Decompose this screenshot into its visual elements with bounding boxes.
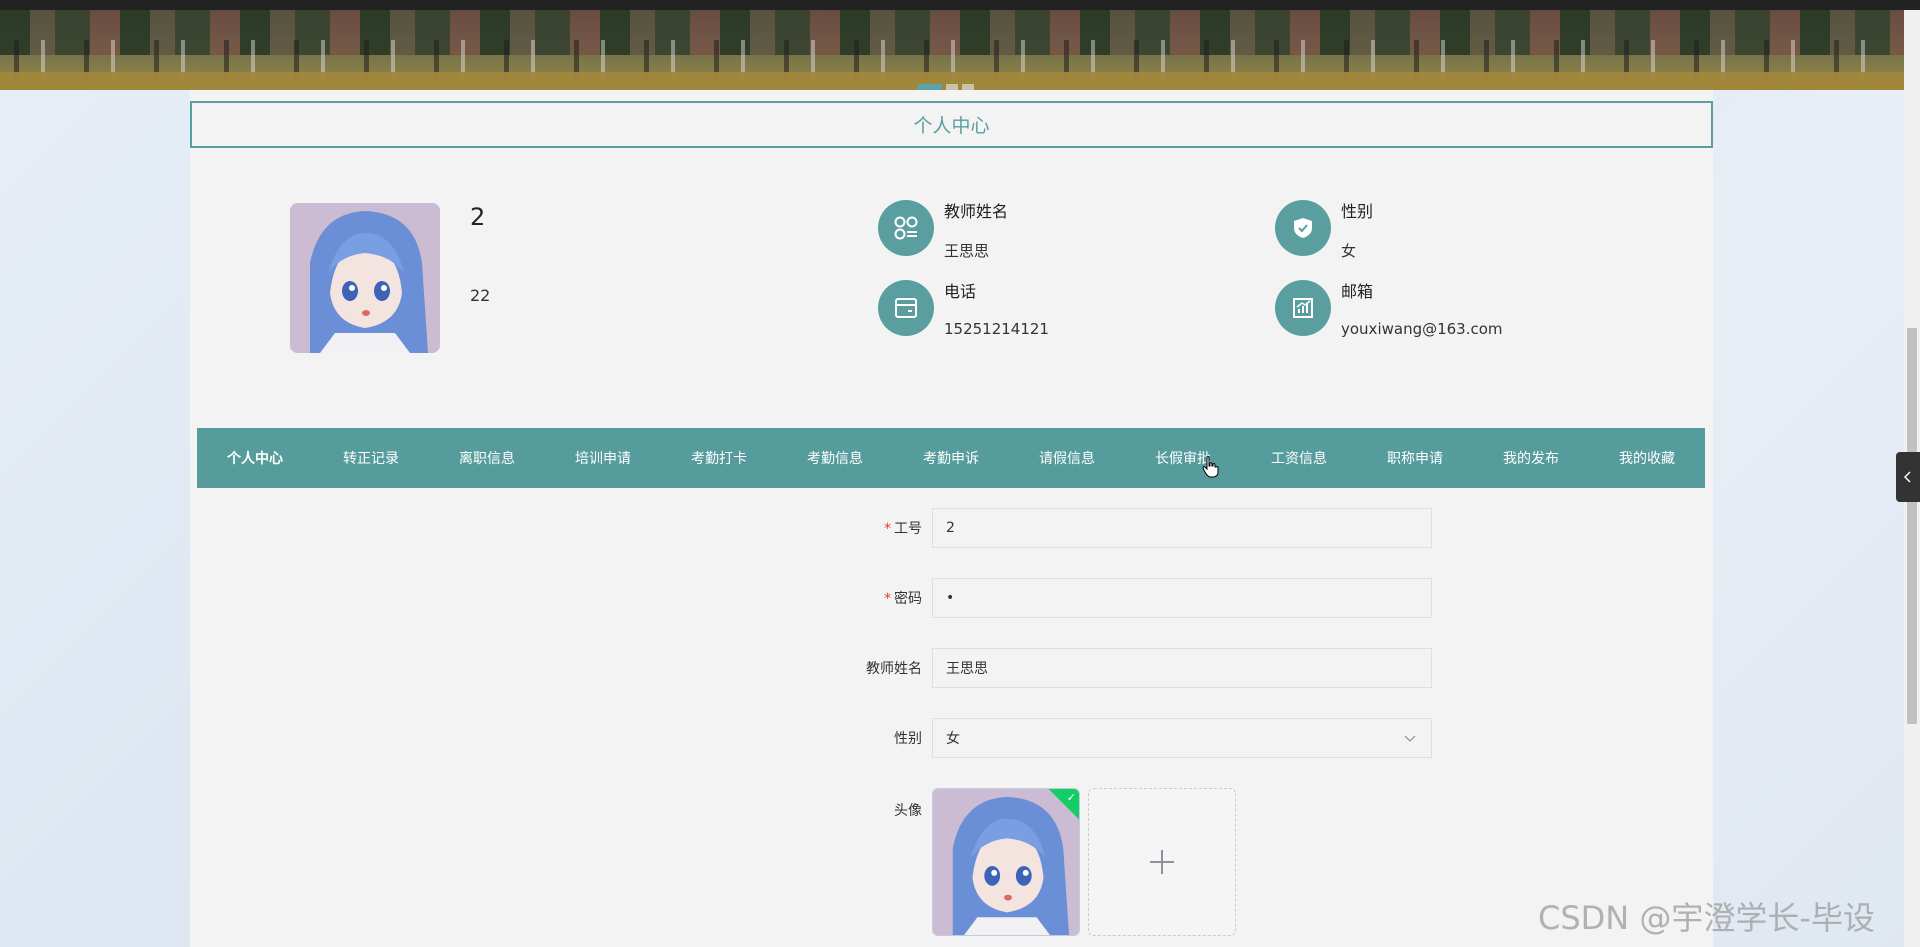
avatar-thumbnail [933, 789, 1079, 935]
info-value: 15251214121 [944, 320, 1049, 338]
tab-personal-center[interactable]: 个人中心 [197, 448, 313, 468]
tab-leave[interactable]: 请假信息 [1009, 448, 1125, 468]
info-label: 电话 [944, 282, 977, 301]
tab-my-favorites[interactable]: 我的收藏 [1589, 448, 1705, 468]
chevron-down-icon [1404, 735, 1416, 742]
info-teacher-name: 教师姓名 王思思 [878, 196, 1008, 261]
field-label: 头像 [894, 803, 922, 819]
info-value: 女 [1341, 242, 1357, 260]
form-row-gender: 性别 女 [680, 718, 1432, 758]
profile-sub: 22 [470, 286, 491, 305]
form-row-avatar: 头像 ✓ [680, 788, 1236, 936]
form-row-password: * 密码 • [680, 578, 1432, 618]
profile-card: 2 22 教师姓名 王思思 性别 女 电话 15251214121 邮箱 you… [190, 148, 1713, 406]
tab-my-posts[interactable]: 我的发布 [1473, 448, 1589, 468]
check-icon: ✓ [1066, 791, 1076, 804]
tab-attendance-appeal[interactable]: 考勤申诉 [893, 448, 1009, 468]
info-label: 教师姓名 [944, 202, 1009, 221]
field-label: 教师姓名 [866, 661, 922, 677]
browser-top-bar [0, 0, 1920, 10]
tab-attendance[interactable]: 考勤信息 [777, 448, 893, 468]
teacher-name-input[interactable]: 王思思 [932, 648, 1432, 688]
form-row-job-no: * 工号 2 [680, 508, 1432, 548]
info-label: 邮箱 [1341, 282, 1374, 301]
page-title: 个人中心 [190, 101, 1713, 148]
hero-banner [0, 10, 1904, 90]
form-row-teacher-name: 教师姓名 王思思 [680, 648, 1432, 688]
chevron-left-icon [1903, 471, 1911, 483]
chart-icon [1275, 280, 1331, 336]
info-value: youxiwang@163.com [1341, 320, 1503, 338]
uploaded-avatar[interactable]: ✓ [932, 788, 1080, 936]
wallet-icon [878, 280, 934, 336]
tab-long-leave[interactable]: 长假审批 [1125, 448, 1241, 468]
tab-resignation[interactable]: 离职信息 [429, 448, 545, 468]
side-panel-toggle[interactable] [1896, 452, 1920, 502]
plus-icon [1150, 850, 1174, 874]
field-label: 性别 [894, 731, 922, 747]
gender-select[interactable]: 女 [932, 718, 1432, 758]
profile-username: 2 [470, 203, 486, 231]
job-no-input[interactable]: 2 [932, 508, 1432, 548]
tab-regularization[interactable]: 转正记录 [313, 448, 429, 468]
info-gender: 性别 女 [1275, 196, 1373, 261]
tab-training[interactable]: 培训申请 [545, 448, 661, 468]
password-input[interactable]: • [932, 578, 1432, 618]
avatar [290, 203, 440, 353]
main-container: 个人中心 2 22 教师姓名 王思思 性别 女 电话 15251214121 邮… [190, 90, 1713, 947]
info-phone: 电话 15251214121 [878, 276, 1049, 338]
gender-select-value: 女 [946, 731, 960, 747]
info-value: 王思思 [944, 242, 990, 260]
info-label: 性别 [1341, 202, 1374, 221]
profile-tabs: 个人中心 转正记录 离职信息 培训申请 考勤打卡 考勤信息 考勤申诉 请假信息 … [197, 428, 1705, 488]
tab-title-apply[interactable]: 职称申请 [1357, 448, 1473, 468]
watermark: CSDN @宇澄学长-毕设 [1538, 899, 1875, 937]
shield-icon [1275, 200, 1331, 256]
upload-add-button[interactable] [1088, 788, 1236, 936]
tab-salary[interactable]: 工资信息 [1241, 448, 1357, 468]
scrollbar-thumb[interactable] [1907, 328, 1917, 724]
grid-icon [878, 200, 934, 256]
hand-cursor-icon [1202, 456, 1219, 478]
tab-clock-in[interactable]: 考勤打卡 [661, 448, 777, 468]
info-email: 邮箱 youxiwang@163.com [1275, 276, 1503, 338]
field-label: 密码 [894, 591, 922, 607]
field-label: 工号 [894, 521, 922, 537]
avatar-image [290, 203, 440, 353]
